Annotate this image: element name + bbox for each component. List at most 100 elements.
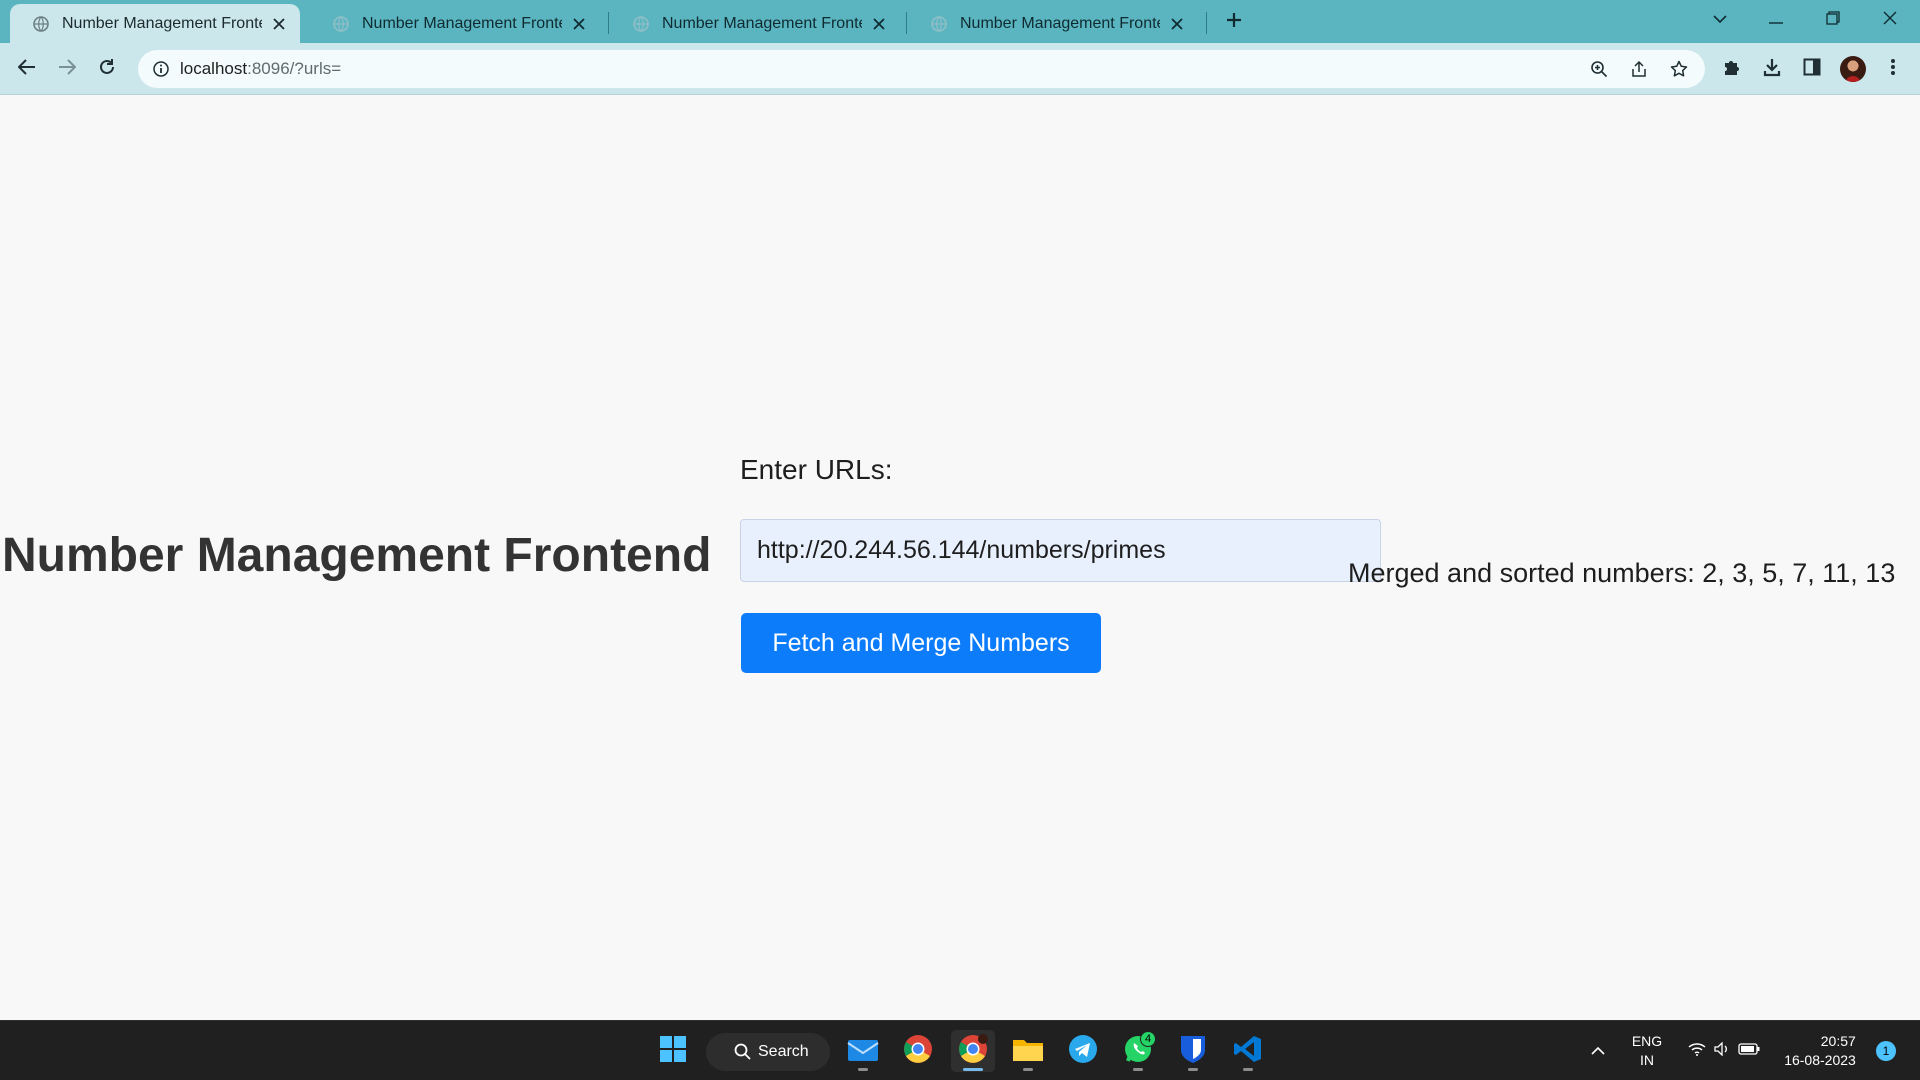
chevron-down-icon (1712, 11, 1728, 29)
url-host: localhost (180, 59, 248, 78)
close-tab-icon[interactable] (568, 13, 590, 35)
taskbar-mail[interactable] (841, 1030, 885, 1072)
start-button[interactable] (651, 1030, 695, 1072)
tab-title: Number Management Frontend (960, 14, 1160, 32)
chrome-icon (903, 1034, 933, 1069)
tab-2[interactable]: Number Management Frontend (310, 4, 600, 43)
back-button[interactable] (9, 51, 45, 87)
downloads-button[interactable] (1752, 51, 1792, 87)
arrow-left-icon (17, 58, 36, 80)
page-viewport: Number Management Frontend Enter URLs: F… (0, 96, 1920, 1020)
chrome-icon (958, 1033, 988, 1069)
language-text: ENG IN (1632, 1032, 1662, 1070)
more-vertical-icon (1890, 58, 1896, 81)
forward-button[interactable] (49, 51, 85, 87)
new-tab-button[interactable] (1220, 8, 1248, 36)
url-input[interactable] (740, 519, 1381, 582)
taskbar-telegram[interactable] (1061, 1030, 1105, 1072)
volume-icon (1714, 1040, 1730, 1061)
tab-1[interactable]: Number Management Frontend (10, 4, 300, 43)
taskbar-file-explorer[interactable] (1006, 1030, 1050, 1072)
share-icon[interactable] (1619, 50, 1659, 88)
clock: 20:57 16-08-2023 (1784, 1032, 1856, 1070)
tab-title: Number Management Frontend (662, 14, 862, 32)
running-indicator (858, 1068, 868, 1071)
minimize-button[interactable] (1748, 0, 1804, 40)
globe-icon (632, 15, 650, 33)
restore-icon (1826, 10, 1840, 30)
url-input-label: Enter URLs: (740, 454, 893, 485)
site-info-icon[interactable] (142, 50, 180, 88)
minimize-icon (1769, 11, 1783, 29)
running-indicator (1188, 1068, 1198, 1071)
taskbar-search[interactable]: Search (706, 1033, 830, 1071)
tab-3[interactable]: Number Management Frontend (610, 4, 900, 43)
language-indicator[interactable]: ENG IN (1624, 1021, 1670, 1080)
chevron-up-icon (1591, 1042, 1605, 1060)
tab-title: Number Management Frontend (362, 14, 562, 32)
fetch-and-merge-button[interactable]: Fetch and Merge Numbers (741, 613, 1101, 673)
restore-button[interactable] (1805, 0, 1861, 40)
tab-title: Number Management Frontend (62, 14, 262, 32)
search-label: Search (758, 1043, 809, 1060)
chrome-menu-button[interactable] (1873, 51, 1913, 87)
windows-logo-icon (659, 1035, 687, 1068)
shield-icon (1179, 1034, 1207, 1069)
telegram-icon (1068, 1034, 1098, 1069)
globe-icon (32, 15, 50, 33)
close-icon (1883, 11, 1897, 30)
address-url: localhost:8096/?urls= (180, 59, 341, 79)
notification-center-button[interactable]: 1 (1872, 1021, 1900, 1080)
address-bar[interactable]: localhost:8096/?urls= (138, 50, 1705, 88)
tab-separator (1206, 12, 1207, 34)
close-tab-icon[interactable] (268, 13, 290, 35)
download-icon (1762, 57, 1782, 82)
running-indicator (1023, 1068, 1033, 1071)
puzzle-icon (1722, 57, 1742, 82)
close-tab-icon[interactable] (1166, 13, 1188, 35)
zoom-icon[interactable] (1579, 50, 1619, 88)
bookmark-star-icon[interactable] (1659, 50, 1699, 88)
globe-icon (332, 15, 350, 33)
taskbar-chrome[interactable] (896, 1030, 940, 1072)
notification-badge: 4 (1140, 1031, 1156, 1047)
tab-separator (608, 12, 609, 34)
taskbar-bitwarden[interactable] (1171, 1030, 1215, 1072)
mail-icon (847, 1036, 879, 1067)
side-panel-button[interactable] (1792, 51, 1832, 87)
browser-titlebar: Number Management Frontend Number Manage… (0, 0, 1920, 43)
language-line-2: IN (1640, 1052, 1654, 1068)
plus-icon (1225, 11, 1243, 34)
clock-time: 20:57 (1820, 1033, 1856, 1049)
active-indicator (963, 1068, 983, 1071)
close-tab-icon[interactable] (868, 13, 890, 35)
side-panel-icon (1803, 58, 1821, 81)
system-status-button[interactable] (1680, 1021, 1768, 1080)
taskbar-whatsapp[interactable]: 4 (1116, 1030, 1160, 1072)
extensions-button[interactable] (1712, 51, 1752, 87)
page-title: Number Management Frontend (2, 529, 712, 582)
running-indicator (1133, 1068, 1143, 1071)
omnibox-actions (1579, 50, 1699, 88)
vscode-icon (1233, 1034, 1263, 1069)
close-window-button[interactable] (1862, 0, 1918, 40)
clock-button[interactable]: 20:57 16-08-2023 (1774, 1021, 1866, 1080)
taskbar-chrome-active[interactable] (951, 1030, 995, 1072)
profile-button[interactable] (1833, 51, 1873, 87)
tab-search-button[interactable] (1692, 0, 1748, 40)
running-indicator (1243, 1068, 1253, 1071)
language-line-1: ENG (1631, 1033, 1663, 1049)
tab-separator (906, 12, 907, 34)
taskbar-vscode[interactable] (1226, 1030, 1270, 1072)
reload-button[interactable] (89, 51, 125, 87)
battery-icon (1738, 1042, 1760, 1060)
avatar (1840, 56, 1866, 82)
clock-date: 16-08-2023 (1784, 1052, 1856, 1068)
browser-toolbar: localhost:8096/?urls= (0, 43, 1920, 95)
reload-icon (98, 58, 116, 81)
wifi-icon (1688, 1042, 1706, 1061)
show-hidden-icons-button[interactable] (1584, 1021, 1612, 1080)
folder-icon (1012, 1036, 1044, 1067)
tab-4[interactable]: Number Management Frontend (908, 4, 1198, 43)
windows-taskbar: Search 4 ENG IN 20:57 16-08-2023 1 (0, 1020, 1920, 1080)
